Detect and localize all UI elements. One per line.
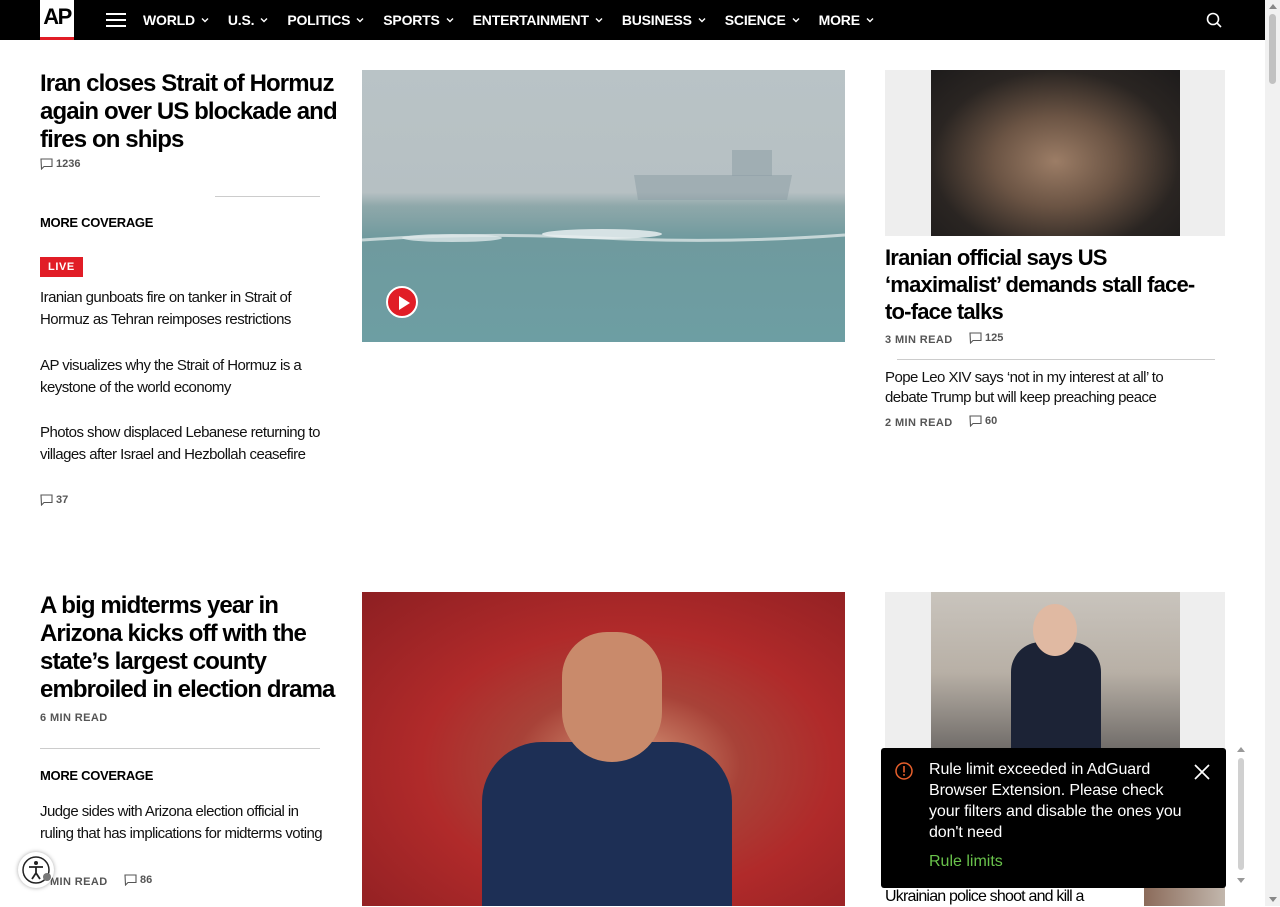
logo-text: AP: [43, 4, 72, 29]
nav-item-politics[interactable]: POLITICS: [287, 12, 365, 28]
close-icon[interactable]: [1192, 762, 1212, 782]
read-time: 6 MIN READ: [40, 712, 108, 724]
read-time: 2 MIN READ: [885, 417, 953, 429]
chevron-down-icon: [698, 18, 706, 23]
top-nav: AP WORLD U.S. POLITICS SPORTS ENTERTAINM…: [0, 0, 1265, 40]
notification-message: Rule limit exceeded in AdGuard Browser E…: [929, 761, 1182, 841]
ap-logo[interactable]: AP: [40, 0, 74, 40]
comment-icon: [969, 332, 982, 344]
side-story-link[interactable]: Ukrainian police shoot and kill a: [885, 887, 1140, 907]
nav-item-entertainment[interactable]: ENTERTAINMENT: [473, 12, 604, 28]
chevron-down-icon: [260, 18, 268, 23]
rule-limits-link[interactable]: Rule limits: [929, 853, 1003, 871]
nav-items: WORLD U.S. POLITICS SPORTS ENTERTAINMENT…: [143, 0, 875, 40]
comment-count[interactable]: 60: [969, 415, 997, 427]
related-link[interactable]: Judge sides with Arizona election offici…: [40, 801, 332, 845]
chevron-down-icon: [792, 18, 800, 23]
more-coverage-label: MORE COVERAGE: [40, 768, 154, 783]
comment-icon: [124, 874, 137, 886]
live-badge: LIVE: [40, 257, 83, 277]
adguard-notification: Rule limit exceeded in AdGuard Browser E…: [881, 748, 1226, 888]
divider: [215, 196, 320, 197]
nav-item-sports[interactable]: SPORTS: [383, 12, 454, 28]
notification-scrollbar[interactable]: [1236, 744, 1246, 886]
lead-headline[interactable]: A big midterms year in Arizona kicks off…: [40, 592, 350, 704]
lead-headline[interactable]: Iran closes Strait of Hormuz again over …: [40, 70, 350, 154]
related-link[interactable]: Photos show displaced Lebanese returning…: [40, 422, 330, 466]
strait-video-thumbnail[interactable]: [362, 70, 845, 342]
divider: [40, 748, 320, 749]
read-time: 3 MIN READ: [885, 334, 953, 346]
accessibility-widget-icon[interactable]: [18, 852, 54, 888]
story-thumbnail[interactable]: [1144, 887, 1225, 906]
hamburger-menu-icon[interactable]: [106, 13, 126, 27]
comment-count[interactable]: 86: [124, 874, 152, 886]
play-video-icon[interactable]: [386, 286, 418, 318]
related-link[interactable]: AP visualizes why the Strait of Hormuz i…: [40, 355, 330, 399]
comment-icon: [969, 415, 982, 427]
iranian-official-photo[interactable]: [885, 70, 1225, 236]
chevron-down-icon: [356, 18, 364, 23]
nav-item-business[interactable]: BUSINESS: [622, 12, 707, 28]
chevron-down-icon: [866, 18, 874, 23]
side-headline[interactable]: Iranian official says US ‘maximalist’ de…: [885, 244, 1215, 325]
divider: [897, 359, 1215, 360]
arizona-rally-photo[interactable]: [362, 592, 845, 906]
comment-icon: [40, 158, 53, 170]
comment-count[interactable]: 37: [40, 494, 68, 506]
search-icon[interactable]: [1205, 11, 1223, 29]
woman-portrait-photo[interactable]: [885, 592, 1225, 752]
warning-icon: [895, 762, 913, 780]
nav-item-more[interactable]: MORE: [819, 12, 875, 28]
chevron-down-icon: [595, 18, 603, 23]
comment-count[interactable]: 1236: [40, 158, 80, 170]
page-scrollbar[interactable]: [1265, 0, 1280, 906]
comment-icon: [40, 494, 53, 506]
comment-count[interactable]: 125: [969, 332, 1003, 344]
side-story-link[interactable]: Pope Leo XIV says ‘not in my interest at…: [885, 368, 1205, 408]
more-coverage-label: MORE COVERAGE: [40, 215, 154, 230]
nav-item-science[interactable]: SCIENCE: [725, 12, 801, 28]
ship-image: [362, 150, 845, 242]
nav-item-world[interactable]: WORLD: [143, 12, 210, 28]
chevron-down-icon: [446, 18, 454, 23]
nav-item-us[interactable]: U.S.: [228, 12, 269, 28]
chevron-down-icon: [201, 18, 209, 23]
related-link[interactable]: Iranian gunboats fire on tanker in Strai…: [40, 287, 330, 331]
